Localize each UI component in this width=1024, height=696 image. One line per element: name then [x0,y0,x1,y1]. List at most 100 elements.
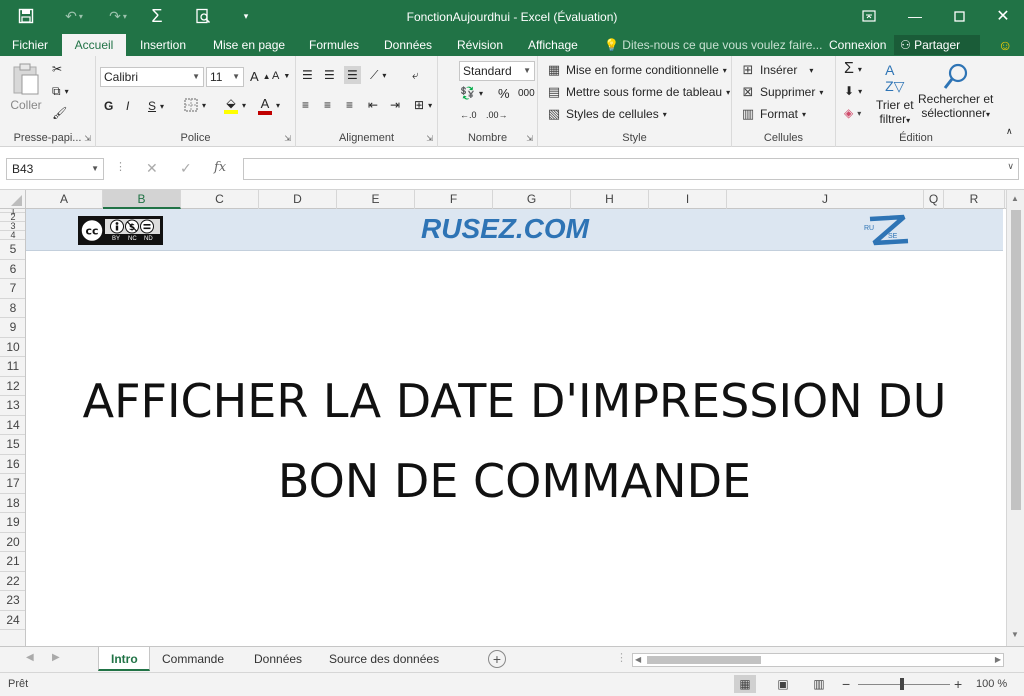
tab-fichier[interactable]: Fichier [2,34,58,56]
decrease-decimal-icon[interactable]: .00→ [486,110,508,120]
signin-link[interactable]: Connexion [819,34,896,56]
row-header-19[interactable]: 19 [0,513,25,533]
sort-filter-button[interactable]: A Z▽ Trier et filtrer▾ [876,62,914,126]
zoom-out-icon[interactable]: − [842,676,850,692]
enter-icon[interactable]: ✓ [180,160,192,177]
currency-icon[interactable]: 💱 ▾ [460,86,483,100]
cut-icon[interactable]: ✂ [52,62,62,76]
align-top-icon[interactable]: ☰ [302,68,313,82]
minimize-icon[interactable]: — [900,4,930,28]
smiley-icon[interactable]: ☺ [988,34,1022,56]
row-header-4[interactable]: 4 [0,231,25,240]
row-header-10[interactable]: 10 [0,338,25,357]
horizontal-scrollbar[interactable]: ◀ ▶ [632,653,1004,667]
fill-color-icon[interactable]: ⬙ ▾ [224,96,246,114]
insert-function-button[interactable]: fx [214,160,226,175]
column-header-a[interactable]: A [26,190,103,209]
zoom-level[interactable]: 100 % [976,678,1007,690]
vertical-scrollbar[interactable]: ▲ ▼ [1006,190,1024,646]
font-color-icon[interactable]: A ▾ [258,96,280,115]
dialog-launcher-icon[interactable]: ⇲ [426,134,433,143]
vertical-scroll-thumb[interactable] [1011,210,1021,510]
thousands-button[interactable]: 000 [518,88,535,99]
wrap-text-icon[interactable]: ⤶ [412,68,419,83]
row-header-17[interactable]: 17 [0,474,25,494]
zoom-slider-thumb[interactable] [900,678,904,690]
shrink-font-icon[interactable]: A ▼ [272,70,290,82]
collapse-ribbon-icon[interactable]: ∧ [1006,126,1013,137]
scroll-up-icon[interactable]: ▲ [1011,194,1019,203]
row-header-12[interactable]: 12 [0,377,25,396]
merge-center-icon[interactable]: ⊞ ▾ [414,98,432,112]
next-sheet-icon[interactable]: ▶ [52,652,60,663]
page-break-view-icon[interactable]: ▥ [808,675,830,693]
column-header-j[interactable]: J [727,190,924,209]
column-header-i[interactable]: I [649,190,727,209]
dialog-launcher-icon[interactable]: ⇲ [84,134,91,143]
expand-formula-icon[interactable]: ∨ [1007,161,1014,172]
sheet-tab-source[interactable]: Source des données [317,647,451,671]
column-header-h[interactable]: H [571,190,649,209]
tab-accueil[interactable]: Accueil [62,34,126,56]
row-header-21[interactable]: 21 [0,552,25,572]
formula-input[interactable]: ∨ [243,158,1019,180]
scroll-right-icon[interactable]: ▶ [995,654,1001,666]
column-header-g[interactable]: G [493,190,571,209]
column-header-q[interactable]: Q [924,190,944,209]
row-header-23[interactable]: 23 [0,591,25,611]
row-header-24[interactable]: 24 [0,611,25,630]
column-header-c[interactable]: C [181,190,259,209]
decrease-indent-icon[interactable]: ⇤ [368,98,378,112]
chevron-down-icon[interactable]: ▼ [91,159,99,179]
insert-cells-button[interactable]: ⊞ Insérer ▾ [740,62,814,78]
tab-affichage[interactable]: Affichage [518,34,588,56]
row-header-9[interactable]: 9 [0,318,25,338]
align-bottom-icon[interactable]: ☰ [344,66,361,84]
font-name-select[interactable]: Calibri ▼ [100,67,204,87]
scroll-down-icon[interactable]: ▼ [1011,630,1019,639]
align-middle-icon[interactable]: ☰ [324,68,335,82]
borders-icon[interactable]: ▾ [184,98,206,112]
row-header-20[interactable]: 20 [0,533,25,552]
clear-icon[interactable]: ◈ ▾ [844,106,861,120]
column-header-e[interactable]: E [337,190,415,209]
row-header-22[interactable]: 22 [0,572,25,591]
tab-insertion[interactable]: Insertion [130,34,196,56]
format-cells-button[interactable]: ▥ Format ▾ [740,106,806,122]
share-button[interactable]: ⚇ Partager [894,35,980,55]
row-header-6[interactable]: 6 [0,260,25,279]
format-table-button[interactable]: ▤ Mettre sous forme de tableau ▾ [546,84,730,100]
row-header-14[interactable]: 14 [0,416,25,435]
percent-button[interactable]: % [498,86,510,101]
horizontal-scroll-thumb[interactable] [647,656,761,664]
cancel-icon[interactable]: ✕ [146,160,158,177]
tab-donnees[interactable]: Données [374,34,442,56]
row-header-8[interactable]: 8 [0,299,25,318]
maximize-icon[interactable] [944,4,974,28]
copy-icon[interactable]: ⧉ ▾ [52,84,69,99]
column-header-r[interactable]: R [944,190,1005,209]
paste-button[interactable]: Coller [10,62,42,112]
zoom-slider[interactable] [858,678,950,690]
column-header-b[interactable]: B [103,190,181,209]
ribbon-display-icon[interactable] [854,4,884,28]
increase-indent-icon[interactable]: ⇥ [390,98,400,112]
row-header-13[interactable]: 13 [0,396,25,416]
tab-revision[interactable]: Révision [447,34,513,56]
cell-styles-button[interactable]: ▧ Styles de cellules ▾ [546,106,667,122]
row-header-7[interactable]: 7 [0,279,25,299]
conditional-format-button[interactable]: ▦ Mise en forme conditionnelle ▾ [546,62,727,78]
zoom-in-icon[interactable]: + [954,676,962,692]
italic-button[interactable]: I [126,99,129,113]
new-sheet-icon[interactable]: + [488,650,506,668]
sheet-tab-donnees[interactable]: Données [242,647,314,671]
align-left-icon[interactable]: ≡ [302,98,309,112]
orientation-icon[interactable]: ⟋ ▾ [370,68,386,83]
font-size-select[interactable]: 11 ▼ [206,67,244,87]
delete-cells-button[interactable]: ⊠ Supprimer ▾ [740,84,824,100]
row-header-18[interactable]: 18 [0,494,25,513]
dialog-launcher-icon[interactable]: ⇲ [526,134,533,143]
row-header-15[interactable]: 15 [0,435,25,455]
increase-decimal-icon[interactable]: ←.0 [460,110,477,120]
tell-me-box[interactable]: 💡 Dites-nous ce que vous voulez faire... [604,34,822,56]
